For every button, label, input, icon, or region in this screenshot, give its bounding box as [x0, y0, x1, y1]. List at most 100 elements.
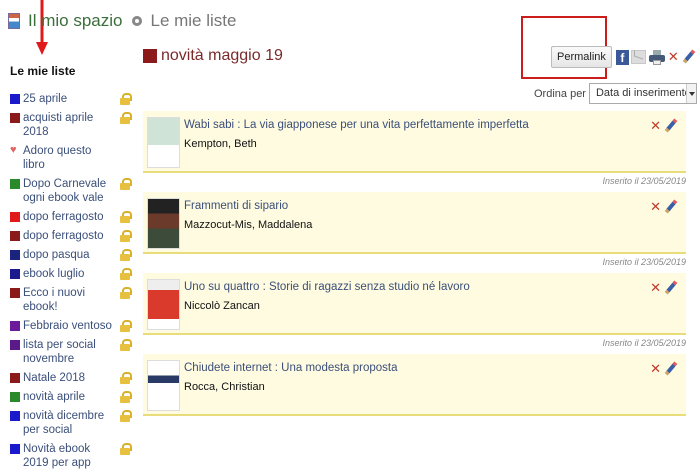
list-color-swatch: [10, 340, 20, 350]
edit-list-icon[interactable]: [682, 50, 696, 64]
book-cover[interactable]: [147, 360, 180, 411]
item-inserted-date: Inserito il 23/05/2019: [602, 176, 686, 186]
list-title: novità maggio 19: [143, 47, 283, 65]
item-author: Kempton, Beth: [184, 138, 257, 150]
sidebar-list-item[interactable]: dopo pasqua: [10, 248, 132, 262]
sidebar-list-item[interactable]: novità dicembre per social: [10, 409, 132, 437]
book-cover[interactable]: [147, 279, 180, 330]
list-title-text: novità maggio 19: [161, 47, 283, 64]
delete-list-icon[interactable]: ✕: [668, 50, 679, 64]
sidebar-item-label[interactable]: Febbraio ventoso: [23, 319, 112, 333]
sidebar-list-item[interactable]: dopo ferragosto: [10, 210, 132, 224]
list-color-swatch: [10, 179, 20, 189]
list-color-swatch: [10, 288, 20, 298]
sidebar-list-item[interactable]: dopo ferragosto: [10, 229, 132, 243]
list-color-swatch: [10, 321, 20, 331]
edit-item-icon[interactable]: [664, 119, 678, 133]
sidebar-list-item[interactable]: Ecco i nuovi ebook!: [10, 286, 132, 314]
sort-select[interactable]: Data di inserimento: [588, 83, 697, 104]
sidebar-item-label[interactable]: novità dicembre per social: [23, 409, 114, 437]
sidebar-item-label[interactable]: Adoro questo libro: [23, 144, 114, 172]
sidebar-list-item[interactable]: lista per social novembre: [10, 338, 132, 366]
sidebar-item-label[interactable]: Novità ebook 2019 per app: [23, 442, 114, 470]
permalink-button[interactable]: Permalink: [551, 46, 612, 68]
lock-icon: [120, 93, 132, 105]
sidebar-list-item[interactable]: Febbraio ventoso: [10, 319, 132, 333]
item-actions: ✕: [650, 281, 678, 295]
sidebar-list-item[interactable]: Natale 2018: [10, 371, 132, 385]
list-item[interactable]: Wabi sabi : La via giapponese per una vi…: [143, 111, 686, 186]
list-actions: Permalink f ✕: [551, 46, 696, 68]
remove-item-icon[interactable]: ✕: [650, 362, 661, 376]
edit-item-icon[interactable]: [664, 362, 678, 376]
list-items: Wabi sabi : La via giapponese per una vi…: [143, 111, 686, 435]
library-icon[interactable]: [8, 13, 20, 29]
sidebar-list-item[interactable]: ♥ Adoro questo libro: [10, 144, 132, 172]
lock-icon: [120, 112, 132, 124]
remove-item-icon[interactable]: ✕: [650, 119, 661, 133]
sidebar-list-item[interactable]: acquisti aprile 2018: [10, 111, 132, 139]
item-actions: ✕: [650, 200, 678, 214]
list-item[interactable]: Chiudete internet : Una modesta proposta…: [143, 354, 686, 416]
item-title[interactable]: Uno su quattro : Storie di ragazzi senza…: [184, 281, 470, 293]
sidebar-title: Le mie liste: [10, 64, 76, 78]
list-color-swatch: [10, 269, 20, 279]
remove-item-icon[interactable]: ✕: [650, 281, 661, 295]
lock-icon: [120, 391, 132, 403]
heart-icon: ♥: [10, 144, 17, 156]
item-title[interactable]: Wabi sabi : La via giapponese per una vi…: [184, 119, 529, 131]
breadcrumb: Il mio spazio Le mie liste: [8, 8, 236, 34]
list-item[interactable]: Frammenti di sipario Mazzocut-Mis, Madda…: [143, 192, 686, 267]
lock-icon: [120, 268, 132, 280]
sidebar-item-label[interactable]: ebook luglio: [23, 267, 84, 281]
sidebar-item-label[interactable]: 25 aprile: [23, 92, 67, 106]
item-author: Mazzocut-Mis, Maddalena: [184, 219, 313, 231]
list-color-swatch: [10, 113, 20, 123]
list-color-swatch: [10, 373, 20, 383]
sidebar-list: 25 aprile acquisti aprile 2018 ♥ Adoro ques…: [10, 92, 132, 470]
item-inserted-date: Inserito il 23/05/2019: [602, 338, 686, 348]
list-color-swatch: [10, 444, 20, 454]
list-item[interactable]: Uno su quattro : Storie di ragazzi senza…: [143, 273, 686, 348]
item-author: Niccolò Zancan: [184, 300, 260, 312]
lock-icon: [120, 211, 132, 223]
sidebar: Le mie liste 25 aprile acquisti aprile 20…: [10, 64, 132, 475]
sidebar-list-item[interactable]: Dopo Carnevale ogni ebook vale: [10, 177, 132, 205]
list-color-swatch: [143, 49, 157, 63]
item-title[interactable]: Frammenti di sipario: [184, 200, 288, 212]
breadcrumb-my-space[interactable]: Il mio spazio: [28, 11, 122, 31]
item-title[interactable]: Chiudete internet : Una modesta proposta: [184, 362, 398, 374]
lock-icon: [120, 410, 132, 422]
sidebar-list-item[interactable]: ebook luglio: [10, 267, 132, 281]
sidebar-item-label[interactable]: Ecco i nuovi ebook!: [23, 286, 114, 314]
sidebar-item-label[interactable]: lista per social novembre: [23, 338, 114, 366]
print-icon[interactable]: [648, 49, 665, 65]
email-icon[interactable]: [630, 50, 646, 64]
edit-item-icon[interactable]: [664, 200, 678, 214]
sidebar-item-label[interactable]: Dopo Carnevale ogni ebook vale: [23, 177, 114, 205]
sidebar-item-label[interactable]: acquisti aprile 2018: [23, 111, 114, 139]
list-color-swatch: [10, 212, 20, 222]
breadcrumb-separator-icon: [132, 16, 143, 26]
sort-label: Ordina per: [534, 87, 586, 100]
sidebar-list-item[interactable]: Novità ebook 2019 per app: [10, 442, 132, 470]
sidebar-item-label[interactable]: dopo ferragosto: [23, 210, 104, 224]
item-actions: ✕: [650, 362, 678, 376]
list-color-swatch: [10, 411, 20, 421]
sidebar-item-label[interactable]: dopo pasqua: [23, 248, 90, 262]
remove-item-icon[interactable]: ✕: [650, 200, 661, 214]
book-cover[interactable]: [147, 117, 180, 168]
book-cover[interactable]: [147, 198, 180, 249]
list-color-swatch: [10, 231, 20, 241]
facebook-icon[interactable]: f: [615, 49, 629, 65]
breadcrumb-my-lists: Le mie liste: [150, 11, 237, 30]
sidebar-list-item[interactable]: 25 aprile: [10, 92, 132, 106]
sidebar-list-item[interactable]: novità aprile: [10, 390, 132, 404]
sort-selected-value: Data di inserimento: [595, 87, 691, 99]
item-actions: ✕: [650, 119, 678, 133]
sidebar-item-label[interactable]: novità aprile: [23, 390, 85, 404]
sidebar-item-label[interactable]: dopo ferragosto: [23, 229, 104, 243]
edit-item-icon[interactable]: [664, 281, 678, 295]
sidebar-item-label[interactable]: Natale 2018: [23, 371, 85, 385]
lock-icon: [120, 178, 132, 190]
